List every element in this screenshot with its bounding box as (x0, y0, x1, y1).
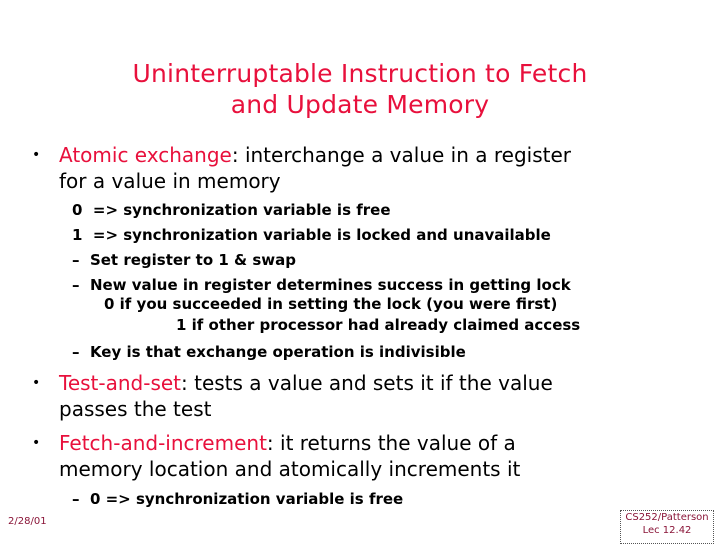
bullet-text: : it returns the value of a (266, 431, 516, 455)
slide-title: Uninterruptable Instruction to Fetch and… (0, 58, 720, 120)
bullet-fetch-and-increment: • Fetch-and-increment: it returns the va… (32, 430, 521, 482)
title-line-2: and Update Memory (230, 90, 490, 119)
sub-item: – 0 => synchronization variable is free (72, 490, 404, 508)
sub-item: 0 => synchronization variable is free (72, 201, 391, 219)
bullet-text-line2: for a value in memory (59, 169, 281, 193)
bullet-icon: • (32, 147, 41, 163)
bullet-text: : interchange a value in a register (231, 143, 571, 167)
sub-item: – Set register to 1 & swap (72, 251, 296, 269)
bullet-icon: • (32, 435, 41, 451)
term-atomic-exchange: Atomic exchange (59, 143, 232, 167)
term-fetch-and-increment: Fetch-and-increment (59, 431, 267, 455)
bullet-text-line2: passes the test (59, 397, 212, 421)
bullet-atomic-exchange: • Atomic exchange: interchange a value i… (32, 142, 571, 194)
title-line-1: Uninterruptable Instruction to Fetch (132, 59, 588, 88)
bullet-test-and-set: • Test-and-set: tests a value and sets i… (32, 370, 553, 422)
footer-course: CS252/Patterson (625, 512, 709, 523)
sub-item: 1 if other processor had already claimed… (176, 316, 581, 334)
footer-course-box: CS252/Patterson Lec 12.42 (620, 510, 714, 544)
bullet-icon: • (32, 375, 41, 391)
footer-lecture: Lec 12.42 (642, 525, 692, 536)
bullet-text-line2: memory location and atomically increment… (59, 457, 521, 481)
bullet-text: : tests a value and sets it if the value (181, 371, 553, 395)
sub-item: – Key is that exchange operation is indi… (72, 343, 466, 361)
footer-date: 2/28/01 (8, 516, 47, 527)
sub-item: 1 => synchronization variable is locked … (72, 226, 551, 244)
term-test-and-set: Test-and-set (59, 371, 182, 395)
